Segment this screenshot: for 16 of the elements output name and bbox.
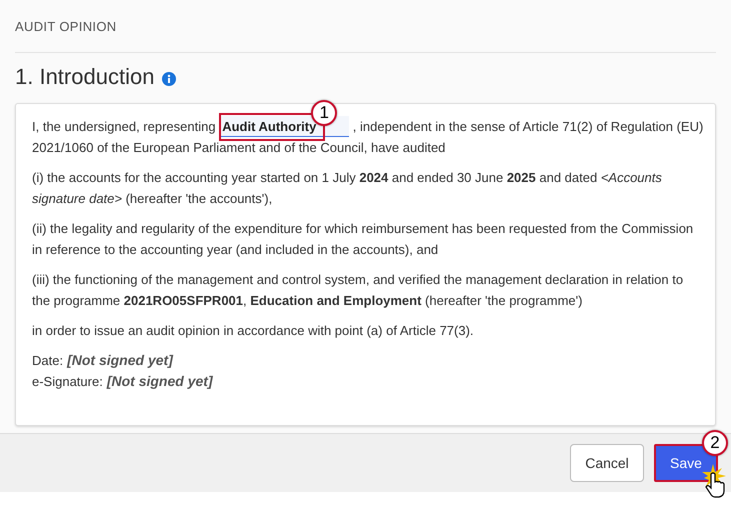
section-title: AUDIT OPINION: [15, 19, 116, 34]
signature-label: Date:: [32, 352, 64, 370]
paragraph: in order to issue an audit opinion in accordance with point (a) of Article 77(3).: [32, 322, 475, 340]
paragraph: (iii) the functioning of the management and control system, and verified the management declaration in relation to the programme 2021RO05SFPR001, Education and Employment (hereafter 'the programme'): [32, 271, 684, 310]
intro-text: I, the undersigned, representing: [32, 119, 217, 134]
paragraph: (i) the accounts for the accounting year started on 1 July 2024 and ended 30 June 2025 and dated <Accounts signature date> (hereafter 'the accounts'),: [32, 169, 663, 208]
signature-value: [Not signed yet]: [67, 351, 173, 370]
section-heading: 1. Introduction: [15, 63, 154, 91]
cancel-button[interactable]: Cancel: [570, 444, 644, 482]
paragraph: (ii) the legality and regularity of the expenditure for which reimbursement has been requested from the Commission in reference to the accounting year (and included in the accounts), and: [32, 220, 694, 259]
signature-label: e-Signature:: [32, 373, 103, 391]
info-icon[interactable]: [162, 72, 176, 86]
intro-text: 2021/1060 of the European Parliament and of the Council, have audited: [32, 139, 446, 157]
callout-number: 2: [702, 430, 728, 456]
signature-value: [Not signed yet]: [106, 372, 213, 391]
intro-text: , independent in the sense of Article 71(2) of Regulation (EU): [352, 119, 704, 134]
